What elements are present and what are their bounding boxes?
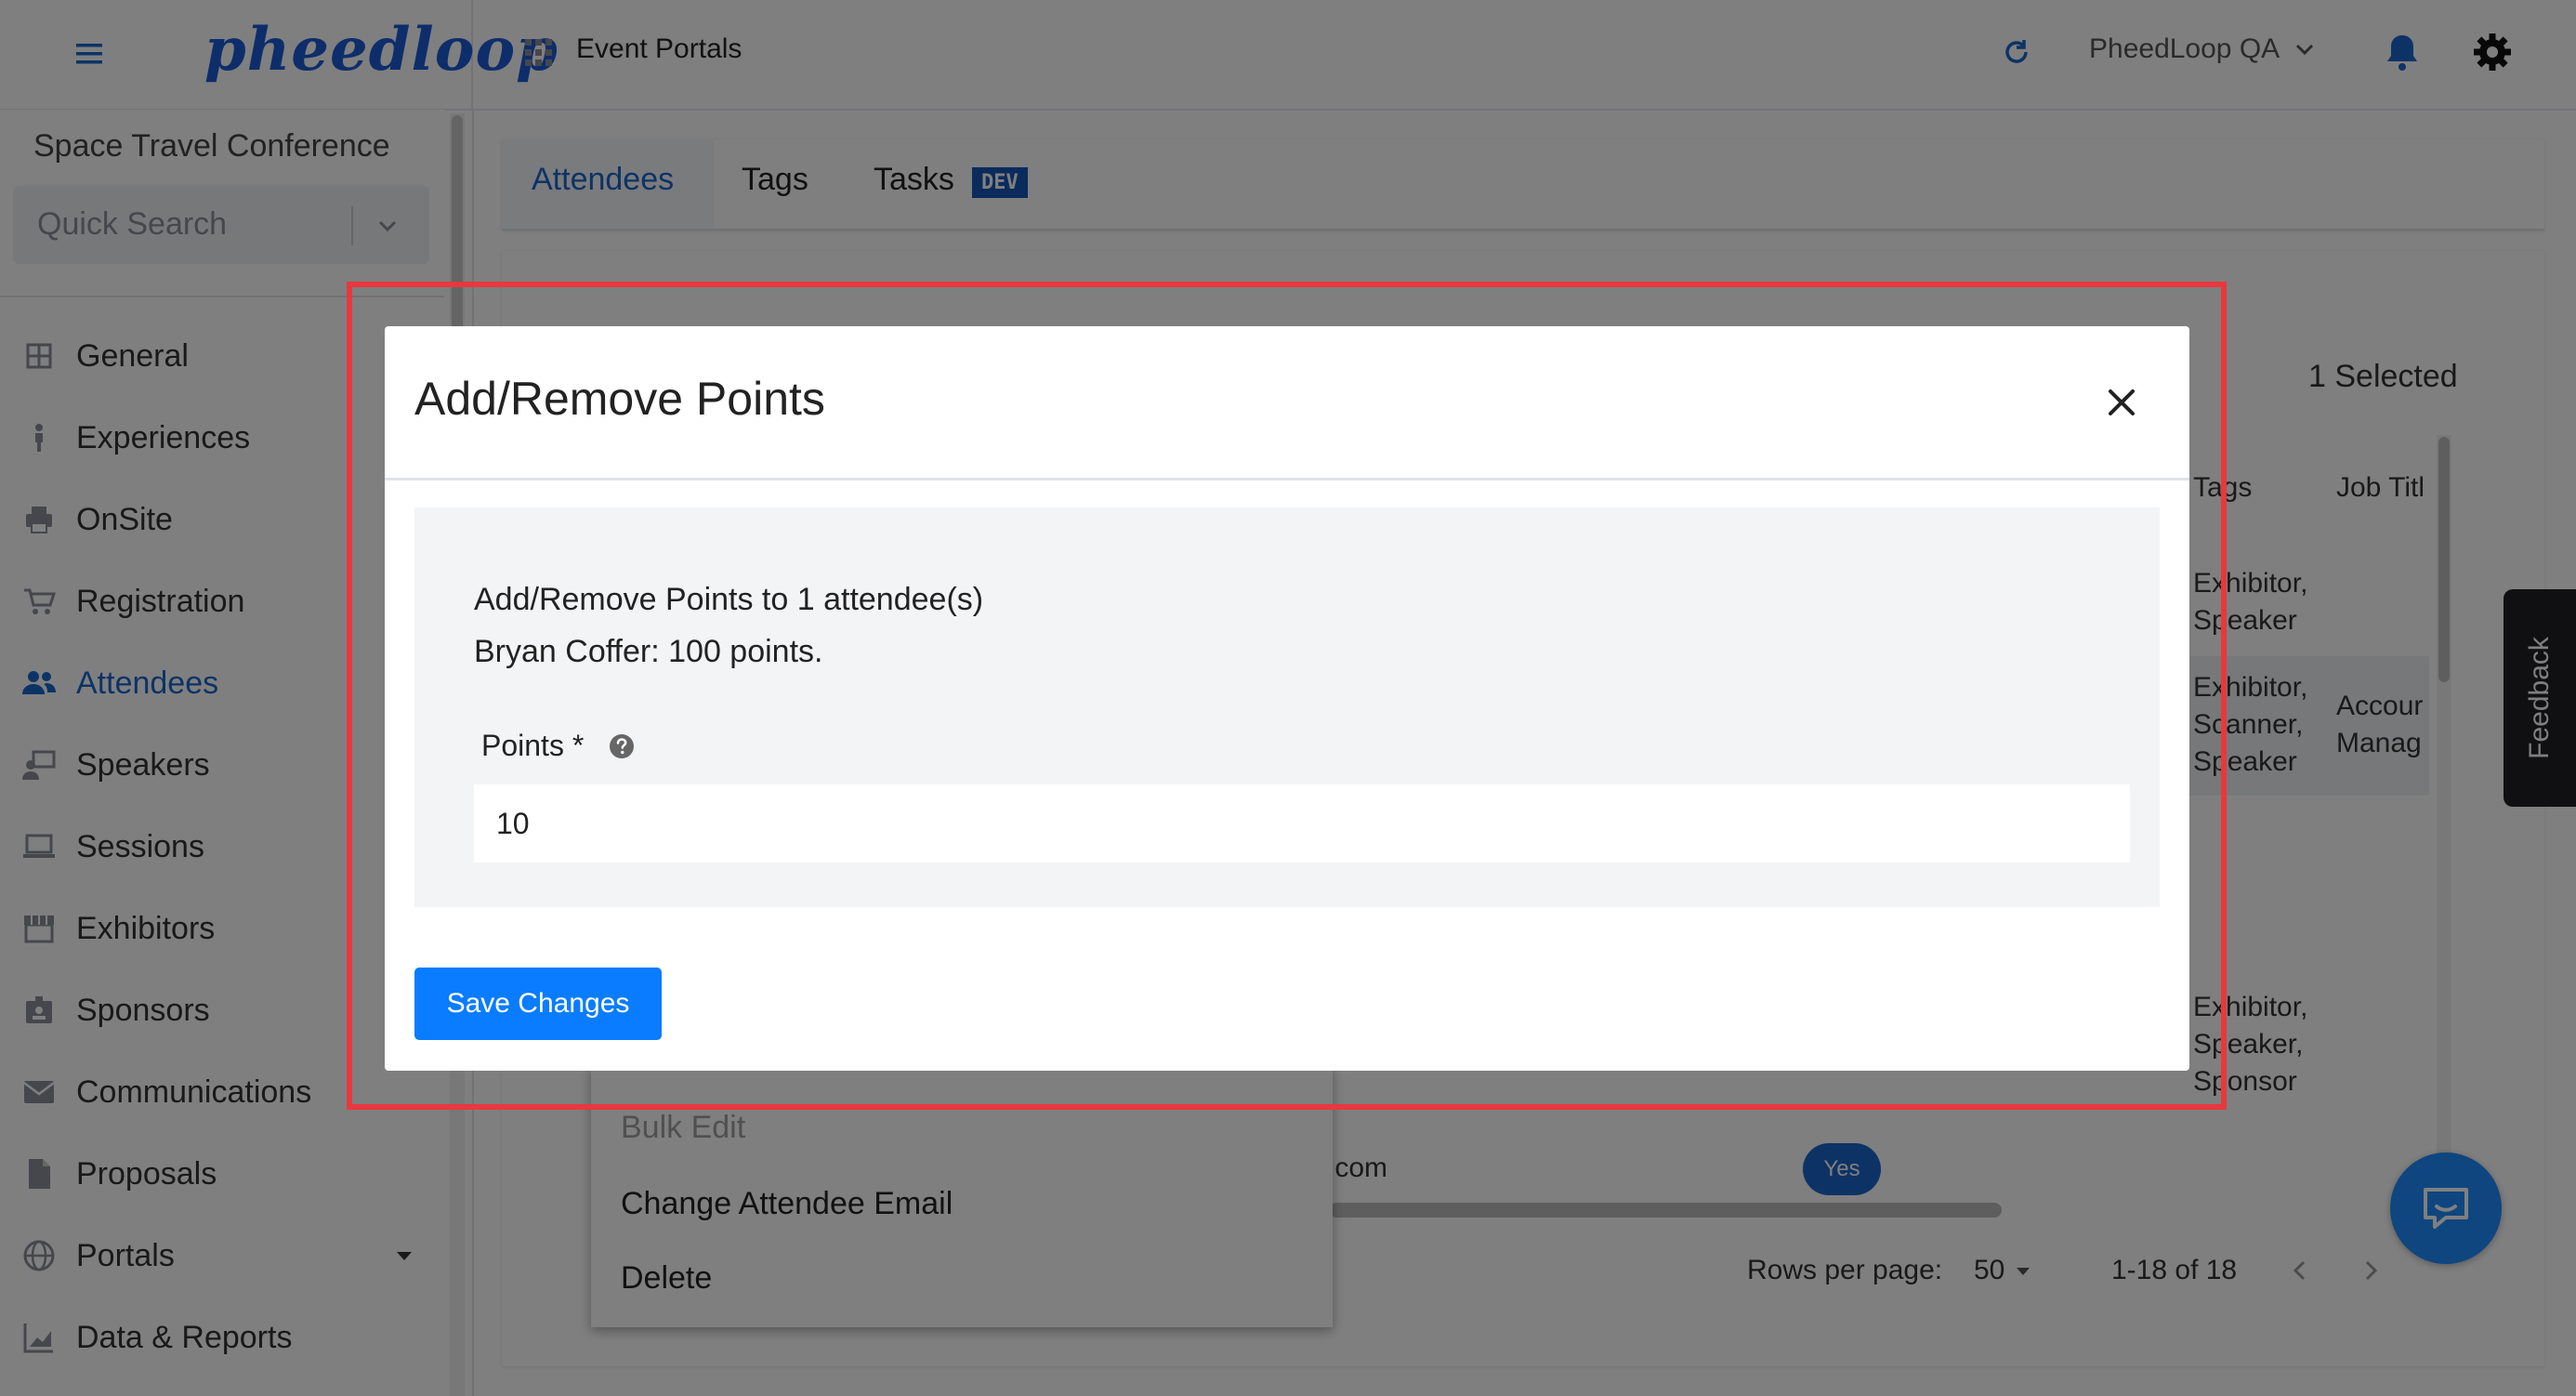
highlight-outline — [347, 282, 2227, 1110]
